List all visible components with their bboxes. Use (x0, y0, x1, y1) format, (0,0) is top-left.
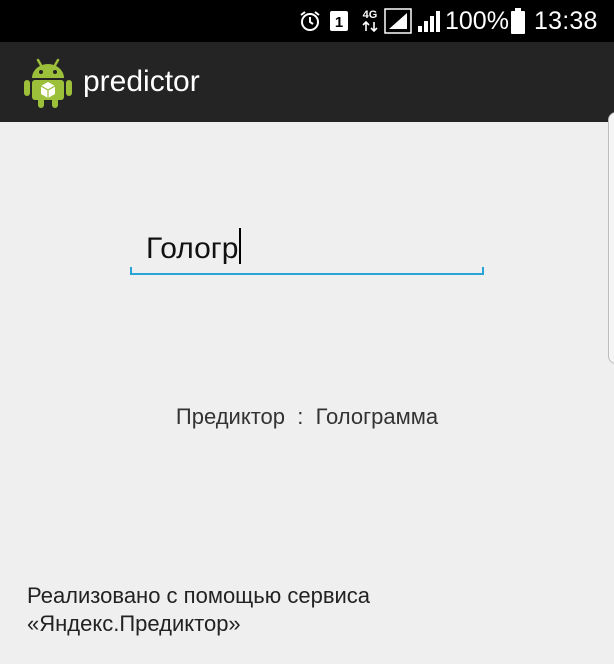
action-bar: predictor (0, 42, 614, 122)
attribution-line-2: «Яндекс.Предиктор» (27, 611, 241, 636)
svg-text:4G: 4G (363, 9, 378, 21)
attribution-line-1: Реализовано с помощью сервиса (27, 583, 371, 608)
prediction-result: Предиктор : Голограмма (175, 404, 439, 429)
word-input-text[interactable]: Гологр (146, 228, 242, 266)
status-bar: 1 4G 100% 13:38 (0, 0, 614, 42)
battery-percent: 100% (445, 6, 509, 35)
text-cursor (239, 228, 242, 264)
android-robot-icon[interactable] (24, 56, 72, 108)
signal-sim1-icon (384, 0, 412, 42)
input-underline-right-tick (482, 267, 484, 275)
edge-panel-handle[interactable] (608, 112, 614, 364)
sim-1-icon: 1 (329, 0, 349, 42)
signal-sim2-icon (416, 0, 442, 42)
alarm-icon (298, 0, 322, 42)
word-input[interactable]: Гологр (130, 222, 484, 278)
clock: 13:38 (534, 6, 598, 35)
attribution-text: Реализовано с помощью сервиса «Яндекс.Пр… (27, 582, 567, 638)
input-underline (130, 273, 484, 275)
app-title: predictor (83, 65, 200, 98)
battery-icon (511, 0, 525, 42)
word-input-value[interactable]: Гологр (146, 232, 238, 265)
4g-data-icon: 4G (359, 0, 381, 42)
svg-text:1: 1 (335, 14, 343, 31)
main-content: Гологр Предиктор : Голограмма Реализован… (0, 122, 614, 664)
